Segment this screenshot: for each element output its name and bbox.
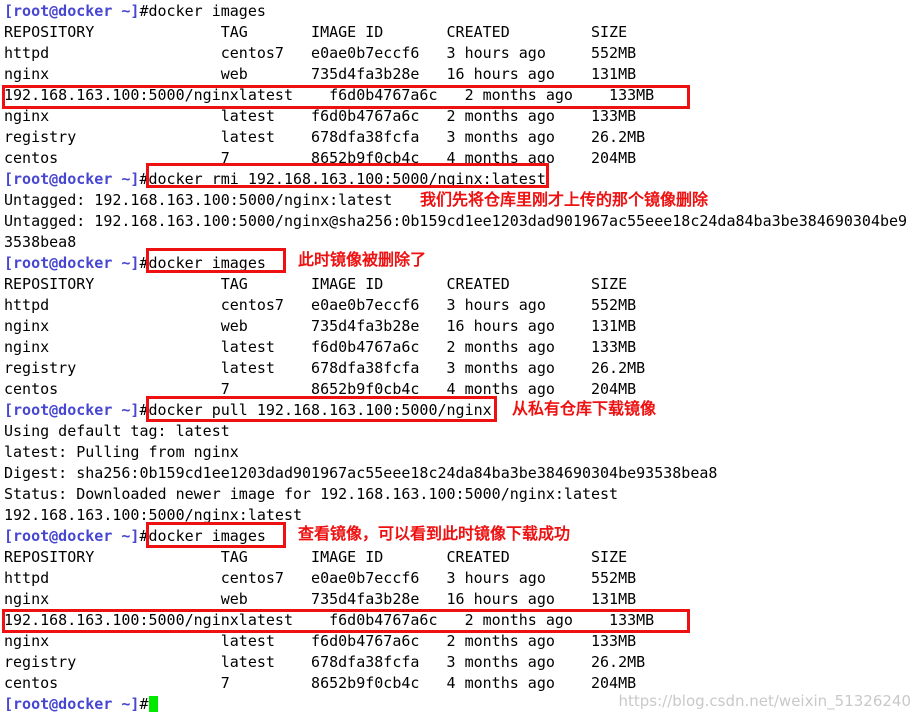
rmi-output-untagged-tag: Untagged: 192.168.163.100:5000/nginx:lat… <box>4 191 393 209</box>
shell-prompt: [root@docker ~] <box>4 254 140 272</box>
shell-prompt: [root@docker ~] <box>4 170 140 188</box>
shell-prompt: [root@docker ~] <box>4 695 140 713</box>
annotation-delete-image: 我们先将仓库里刚才上传的那个镜像删除 <box>420 190 709 209</box>
table-row: registry latest 678dfa38fcfa 3 months ag… <box>4 653 646 671</box>
prompt-hash: # <box>139 401 149 419</box>
prompt-hash: # <box>139 527 149 545</box>
table-row: centos 7 8652b9f0cb4c 4 months ago 204MB <box>4 380 637 398</box>
shell-prompt: [root@docker ~] <box>4 527 140 545</box>
command-line-images-2: [root@docker ~]#docker images <box>4 253 266 274</box>
table1-header: REPOSITORY TAG IMAGE ID CREATED SIZE <box>4 23 628 41</box>
pull-output-using-tag: Using default tag: latest <box>4 422 230 440</box>
command-text: docker pull 192.168.163.100:5000/nginx <box>148 401 492 419</box>
table-row: centos 7 8652b9f0cb4c 4 months ago 204MB <box>4 674 637 692</box>
pull-output-pulling: latest: Pulling from nginx <box>4 443 239 461</box>
prompt-hash: # <box>139 170 149 188</box>
pull-output-digest: Digest: sha256:0b159cd1ee1203dad901967ac… <box>4 464 718 482</box>
command-text: docker images <box>148 527 266 545</box>
command-line-images-3: [root@docker ~]#docker images <box>4 526 266 547</box>
shell-prompt: [root@docker ~] <box>4 2 140 20</box>
table2-header: REPOSITORY TAG IMAGE ID CREATED SIZE <box>4 275 628 293</box>
table3-header: REPOSITORY TAG IMAGE ID CREATED SIZE <box>4 548 628 566</box>
table-row: 192.168.163.100:5000/nginxlatest f6d0b47… <box>4 86 655 104</box>
command-line-rmi: [root@docker ~]#docker rmi 192.168.163.1… <box>4 169 546 190</box>
prompt-hash: # <box>139 254 149 272</box>
table-row: nginx web 735d4fa3b28e 16 hours ago 131M… <box>4 317 637 335</box>
rmi-output-untagged-digest: Untagged: 192.168.163.100:5000/nginx@sha… <box>4 212 908 230</box>
watermark: https://blog.csdn.net/weixin_51326240 <box>618 692 911 710</box>
annotation-image-deleted: 此时镜像被删除了 <box>298 250 427 269</box>
annotation-pull-from-registry: 从私有仓库下载镜像 <box>512 399 657 418</box>
table-row: registry latest 678dfa38fcfa 3 months ag… <box>4 128 646 146</box>
terminal-cursor <box>148 696 158 712</box>
command-line-current: [root@docker ~]# <box>4 694 158 715</box>
prompt-hash: # <box>139 695 149 713</box>
rmi-output-untagged-digest-wrap: 3538bea8 <box>4 233 77 251</box>
table-row: nginx web 735d4fa3b28e 16 hours ago 131M… <box>4 65 637 83</box>
command-line-images-1: [root@docker ~]#docker images <box>4 1 266 22</box>
command-text: docker images <box>148 254 266 272</box>
terminal-window: [root@docker ~]#docker images REPOSITORY … <box>0 0 917 714</box>
table-row: centos 7 8652b9f0cb4c 4 months ago 204MB <box>4 149 637 167</box>
table-row: nginx latest f6d0b4767a6c 2 months ago 1… <box>4 107 637 125</box>
table-row: nginx latest f6d0b4767a6c 2 months ago 1… <box>4 338 637 356</box>
table-row: httpd centos7 e0ae0b7eccf6 3 hours ago 5… <box>4 296 637 314</box>
annotation-download-success: 查看镜像，可以看到此时镜像下载成功 <box>298 524 571 543</box>
shell-prompt: [root@docker ~] <box>4 401 140 419</box>
prompt-hash: # <box>139 2 149 20</box>
pull-output-status: Status: Downloaded newer image for 192.1… <box>4 485 619 503</box>
table-row: nginx latest f6d0b4767a6c 2 months ago 1… <box>4 632 637 650</box>
command-text: docker images <box>148 2 266 20</box>
table-row: httpd centos7 e0ae0b7eccf6 3 hours ago 5… <box>4 44 637 62</box>
table-row: registry latest 678dfa38fcfa 3 months ag… <box>4 359 646 377</box>
table-row: httpd centos7 e0ae0b7eccf6 3 hours ago 5… <box>4 569 637 587</box>
table-row: nginx web 735d4fa3b28e 16 hours ago 131M… <box>4 590 637 608</box>
command-text: docker rmi 192.168.163.100:5000/nginx:la… <box>148 170 546 188</box>
command-line-pull: [root@docker ~]#docker pull 192.168.163.… <box>4 400 492 421</box>
table-row: 192.168.163.100:5000/nginxlatest f6d0b47… <box>4 611 655 629</box>
pull-output-final-ref: 192.168.163.100:5000/nginx:latest <box>4 506 303 524</box>
